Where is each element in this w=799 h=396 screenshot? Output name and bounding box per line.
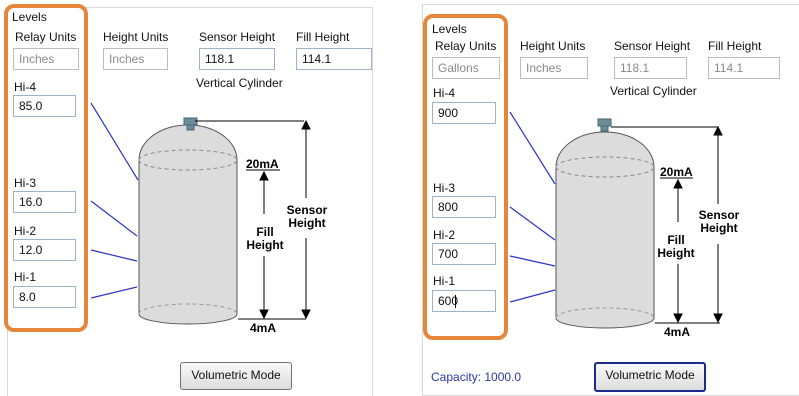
bottom-current-label: 4mA	[664, 325, 690, 339]
bottom-current-label: 4mA	[250, 321, 276, 335]
leader-lines	[90, 102, 139, 299]
volumetric-mode-button[interactable]: Volumetric Mode	[594, 362, 706, 392]
tank-diagram: 20mA 4mA Fill Height Sensor Height	[90, 102, 328, 335]
left-panel: Levels Relay Units Inches Height Units I…	[0, 0, 400, 396]
capacity-label: Capacity: 1000.0	[431, 370, 522, 384]
leader-lines	[509, 111, 556, 303]
sensor-height-arrow-label: Sensor Height	[287, 203, 328, 230]
tank-diagram: 20mA 4mA Fill Height Sensor Height	[509, 111, 740, 339]
right-panel: Levels Relay Units Gallons Height Units …	[418, 0, 799, 396]
fill-height-arrow-label: Fill Height	[246, 225, 283, 252]
top-current-label: 20mA	[246, 157, 279, 171]
volumetric-mode-button[interactable]: Volumetric Mode	[180, 362, 292, 390]
fill-height-arrow-label: Fill Height	[657, 233, 694, 260]
tank	[555, 118, 655, 329]
top-current-label: 20mA	[660, 165, 693, 179]
tank	[138, 117, 238, 325]
sensor-height-arrow-label: Sensor Height	[699, 208, 740, 235]
